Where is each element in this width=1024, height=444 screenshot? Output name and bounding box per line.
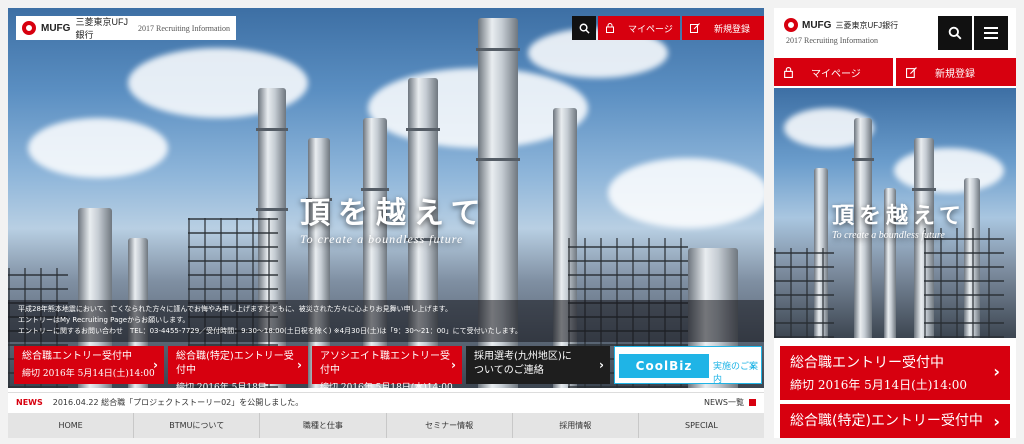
- card-title: アソシエイト職エントリー受付中: [320, 351, 450, 376]
- nav-recruit[interactable]: 採用情報: [513, 413, 639, 438]
- catchphrase-main: 頂を越えて: [832, 203, 966, 229]
- bank-name: 三菱東京UFJ銀行: [835, 20, 899, 30]
- lock-icon: [784, 66, 793, 78]
- chevron-right-icon: ›: [599, 358, 604, 372]
- nav-special[interactable]: SPECIAL: [639, 413, 764, 438]
- chevron-right-icon: ›: [451, 358, 456, 372]
- chevron-right-icon: ›: [297, 358, 302, 372]
- entry-card-general[interactable]: 総合職エントリー受付中 締切 2016年 5月14日(土)14:00 ›: [780, 346, 1010, 400]
- hero-image: 頂を越えて To create a boundless future: [774, 88, 1016, 338]
- bank-name: 三菱東京UFJ銀行: [75, 17, 128, 40]
- notice-panel: 平成28年熊本地震において、亡くなられた方々に謹んでお悔やみ申し上げますとともに…: [8, 300, 764, 342]
- card-title: 総合職(特定)エントリー受付中: [176, 351, 294, 376]
- nav-home[interactable]: HOME: [8, 413, 135, 438]
- notice-line: エントリーはMy Recruiting Pageからお願いします。: [18, 316, 190, 324]
- entry-cards: 総合職エントリー受付中 締切 2016年 5月14日(土)14:00 › 総合職…: [8, 346, 764, 406]
- notice-line: エントリーに関するお問い合わせ TEL：03-4455-7729／受付時間：9:…: [18, 327, 522, 335]
- site-subtitle: 2017 Recruiting Information: [786, 36, 878, 45]
- kyushu-notice-card[interactable]: 採用選考(九州地区)に ついてのご連絡 ›: [466, 346, 610, 384]
- card-title: 総合職(特定)エントリー受付中: [790, 413, 983, 429]
- news-bar: NEWS 2016.04.22 総合職「プロジェクトストーリー02」を公開しまし…: [8, 392, 764, 412]
- card-deadline: 締切 2016年 5月14日(土)14:00: [22, 369, 155, 379]
- catchphrase-sub: To create a boundless future: [300, 232, 464, 246]
- card-title-line2: ついてのご連絡: [474, 365, 544, 376]
- chevron-right-icon: ›: [153, 358, 158, 372]
- entry-card-general[interactable]: 総合職エントリー受付中 締切 2016年 5月14日(土)14:00 ›: [14, 346, 164, 384]
- search-icon: [948, 26, 962, 40]
- site-subtitle: 2017 Recruiting Information: [138, 23, 230, 33]
- mypage-button[interactable]: マイページ: [774, 58, 893, 86]
- register-label: 新規登録: [714, 24, 751, 35]
- entry-card-associate[interactable]: アソシエイト職エントリー受付中 締切 2016年 5月18日(水)14:00 ›: [312, 346, 462, 393]
- notice-line: 平成28年熊本地震において、亡くなられた方々に謹んでお悔やみ申し上げますとともに…: [18, 305, 452, 313]
- hamburger-menu-icon: [984, 27, 998, 39]
- catchphrase-main: 頂を越えて: [300, 196, 489, 231]
- nav-jobs[interactable]: 職種と仕事: [260, 413, 387, 438]
- mypage-label: マイページ: [811, 68, 861, 80]
- mufg-wordmark: MUFG: [41, 22, 71, 34]
- card-deadline: 締切 2016年 5月14日(土)14:00: [790, 378, 968, 392]
- edit-icon: [906, 66, 917, 78]
- coolbiz-logo: CoolBiz: [619, 354, 709, 378]
- search-button[interactable]: [938, 16, 972, 50]
- hero-catchphrase: 頂を越えて To create a boundless future: [300, 188, 489, 247]
- news-label: NEWS: [16, 398, 43, 407]
- site-logo[interactable]: MUFG 三菱東京UFJ銀行: [784, 18, 898, 32]
- hero-catchphrase: 頂を越えて To create a boundless future: [832, 198, 966, 241]
- global-nav: HOME BTMUについて 職種と仕事 セミナー情報 採用情報 SPECIAL: [8, 413, 764, 438]
- mufg-wordmark: MUFG: [802, 19, 832, 31]
- card-title: 総合職エントリー受付中: [22, 351, 132, 362]
- entry-card-general-specific[interactable]: 総合職(特定)エントリー受付中 締切 2016年 5月18日(水)14:00 ›: [168, 346, 308, 406]
- news-list-link[interactable]: NEWS一覧: [704, 397, 744, 408]
- register-label: 新規登録: [935, 68, 975, 80]
- register-button[interactable]: 新規登録: [896, 58, 1016, 86]
- desktop-view: MUFG 三菱東京UFJ銀行 2017 Recruiting Informati…: [8, 8, 764, 438]
- chevron-right-icon: ›: [750, 359, 755, 373]
- edit-icon: [690, 23, 700, 33]
- entry-card-general-specific[interactable]: 総合職(特定)エントリー受付中 ›: [780, 404, 1010, 438]
- coolbiz-card[interactable]: CoolBiz 実施のご案内 ›: [614, 346, 762, 385]
- menu-button[interactable]: [974, 16, 1008, 50]
- lock-icon: [606, 23, 614, 33]
- chevron-right-icon: ›: [993, 362, 1000, 381]
- card-title: 採用選考(九州地区)に: [474, 351, 572, 362]
- mobile-view: MUFG 三菱東京UFJ銀行 2017 Recruiting Informati…: [774, 8, 1016, 438]
- site-logo[interactable]: MUFG 三菱東京UFJ銀行 2017 Recruiting Informati…: [16, 16, 236, 40]
- mufg-logo-icon: [784, 18, 798, 32]
- mobile-header: MUFG 三菱東京UFJ銀行 2017 Recruiting Informati…: [774, 8, 1016, 56]
- nav-seminar[interactable]: セミナー情報: [387, 413, 513, 438]
- mufg-logo-icon: [22, 21, 36, 35]
- register-button[interactable]: 新規登録: [682, 16, 764, 40]
- mypage-button[interactable]: マイページ: [598, 16, 680, 40]
- catchphrase-sub: To create a boundless future: [832, 230, 945, 241]
- chevron-right-icon: ›: [993, 412, 1000, 431]
- nav-about[interactable]: BTMUについて: [134, 413, 261, 438]
- arrow-square-icon: [749, 399, 756, 406]
- search-button[interactable]: [572, 16, 596, 40]
- card-title: 総合職エントリー受付中: [790, 355, 944, 371]
- search-icon: [579, 23, 590, 34]
- news-item[interactable]: 2016.04.22 総合職「プロジェクトストーリー02」を公開しました。: [53, 397, 304, 408]
- mypage-label: マイページ: [628, 24, 673, 35]
